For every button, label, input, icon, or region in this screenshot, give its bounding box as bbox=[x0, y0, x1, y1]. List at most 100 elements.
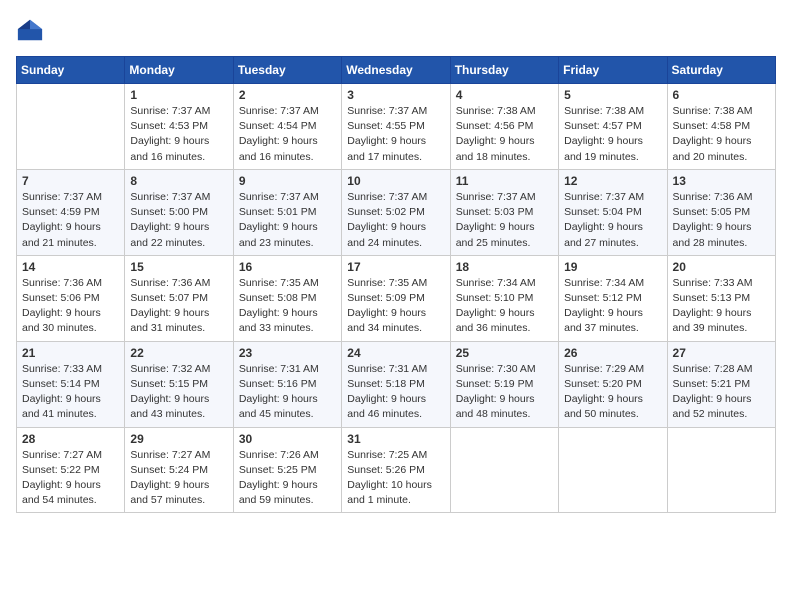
calendar-day-cell: 23 Sunrise: 7:31 AMSunset: 5:16 PMDayligh… bbox=[233, 341, 341, 427]
calendar-day-cell: 20 Sunrise: 7:33 AMSunset: 5:13 PMDayligh… bbox=[667, 255, 775, 341]
day-info: Sunrise: 7:25 AMSunset: 5:26 PMDaylight:… bbox=[347, 448, 444, 509]
calendar-day-cell: 8Sunrise: 7:37 AMSunset: 5:00 PMDaylight… bbox=[125, 169, 233, 255]
calendar-day-cell: 18Sunrise: 7:34 AMSunset: 5:10 PMDayligh… bbox=[450, 255, 558, 341]
day-info: Sunrise: 7:37 AMSunset: 4:55 PMDaylight:… bbox=[347, 104, 444, 165]
day-info: Sunrise: 7:36 AMSunset: 5:05 PMDaylight:… bbox=[673, 190, 770, 251]
day-number: 7 bbox=[22, 174, 119, 188]
day-info: Sunrise: 7:37 AMSunset: 5:02 PMDaylight:… bbox=[347, 190, 444, 251]
calendar-day-cell: 21Sunrise: 7:33 AMSunset: 5:14 PMDayligh… bbox=[17, 341, 125, 427]
calendar-day-cell bbox=[450, 427, 558, 513]
day-number: 6 bbox=[673, 88, 770, 102]
calendar-day-cell: 16 Sunrise: 7:35 AMSunset: 5:08 PMDayligh… bbox=[233, 255, 341, 341]
day-number: 29 bbox=[130, 432, 227, 446]
day-info: Sunrise: 7:37 AMSunset: 5:01 PMDaylight:… bbox=[239, 190, 336, 251]
day-number: 30 bbox=[239, 432, 336, 446]
calendar-day-cell: 4 Sunrise: 7:38 AMSunset: 4:56 PMDaylight… bbox=[450, 84, 558, 170]
weekday-header: Sunday bbox=[17, 57, 125, 84]
calendar-day-cell: 12 Sunrise: 7:37 AMSunset: 5:04 PMDayligh… bbox=[559, 169, 667, 255]
calendar-day-cell: 17Sunrise: 7:35 AMSunset: 5:09 PMDayligh… bbox=[342, 255, 450, 341]
day-number: 1 bbox=[130, 88, 227, 102]
calendar-day-cell: 25 Sunrise: 7:30 AMSunset: 5:19 PMDayligh… bbox=[450, 341, 558, 427]
day-info: Sunrise: 7:37 AMSunset: 4:54 PMDaylight:… bbox=[239, 104, 336, 165]
day-number: 22 bbox=[130, 346, 227, 360]
day-info: Sunrise: 7:38 AMSunset: 4:56 PMDaylight:… bbox=[456, 104, 553, 165]
day-number: 27 bbox=[673, 346, 770, 360]
day-number: 28 bbox=[22, 432, 119, 446]
calendar-day-cell: 27 Sunrise: 7:28 AMSunset: 5:21 PMDayligh… bbox=[667, 341, 775, 427]
day-number: 5 bbox=[564, 88, 661, 102]
calendar-day-cell: 10 Sunrise: 7:37 AMSunset: 5:02 PMDayligh… bbox=[342, 169, 450, 255]
calendar-day-cell: 3 Sunrise: 7:37 AMSunset: 4:55 PMDaylight… bbox=[342, 84, 450, 170]
calendar-day-cell bbox=[667, 427, 775, 513]
day-info: Sunrise: 7:27 AMSunset: 5:22 PMDaylight:… bbox=[22, 448, 119, 509]
day-number: 16 bbox=[239, 260, 336, 274]
day-number: 21 bbox=[22, 346, 119, 360]
logo-icon bbox=[16, 16, 44, 44]
day-info: Sunrise: 7:32 AMSunset: 5:15 PMDaylight:… bbox=[130, 362, 227, 423]
calendar-day-cell: 11 Sunrise: 7:37 AMSunset: 5:03 PMDayligh… bbox=[450, 169, 558, 255]
day-number: 3 bbox=[347, 88, 444, 102]
day-info: Sunrise: 7:27 AMSunset: 5:24 PMDaylight:… bbox=[130, 448, 227, 509]
calendar-day-cell: 15Sunrise: 7:36 AMSunset: 5:07 PMDayligh… bbox=[125, 255, 233, 341]
day-number: 17 bbox=[347, 260, 444, 274]
calendar-day-cell: 26Sunrise: 7:29 AMSunset: 5:20 PMDayligh… bbox=[559, 341, 667, 427]
calendar-week-row: 7 Sunrise: 7:37 AMSunset: 4:59 PMDaylight… bbox=[17, 169, 776, 255]
calendar-day-cell: 2 Sunrise: 7:37 AMSunset: 4:54 PMDaylight… bbox=[233, 84, 341, 170]
calendar-day-cell: 13 Sunrise: 7:36 AMSunset: 5:05 PMDayligh… bbox=[667, 169, 775, 255]
day-info: Sunrise: 7:38 AMSunset: 4:57 PMDaylight:… bbox=[564, 104, 661, 165]
page-header bbox=[16, 16, 776, 44]
day-number: 13 bbox=[673, 174, 770, 188]
day-info: Sunrise: 7:30 AMSunset: 5:19 PMDaylight:… bbox=[456, 362, 553, 423]
calendar-day-cell: 30 Sunrise: 7:26 AMSunset: 5:25 PMDayligh… bbox=[233, 427, 341, 513]
calendar-day-cell: 14 Sunrise: 7:36 AMSunset: 5:06 PMDayligh… bbox=[17, 255, 125, 341]
day-info: Sunrise: 7:37 AMSunset: 5:04 PMDaylight:… bbox=[564, 190, 661, 251]
day-number: 20 bbox=[673, 260, 770, 274]
day-number: 25 bbox=[456, 346, 553, 360]
calendar-week-row: 21Sunrise: 7:33 AMSunset: 5:14 PMDayligh… bbox=[17, 341, 776, 427]
weekday-header: Wednesday bbox=[342, 57, 450, 84]
day-info: Sunrise: 7:36 AMSunset: 5:06 PMDaylight:… bbox=[22, 276, 119, 337]
weekday-header: Saturday bbox=[667, 57, 775, 84]
day-info: Sunrise: 7:37 AMSunset: 4:59 PMDaylight:… bbox=[22, 190, 119, 251]
calendar-day-cell: 31 Sunrise: 7:25 AMSunset: 5:26 PMDayligh… bbox=[342, 427, 450, 513]
weekday-header: Tuesday bbox=[233, 57, 341, 84]
calendar-week-row: 14 Sunrise: 7:36 AMSunset: 5:06 PMDayligh… bbox=[17, 255, 776, 341]
calendar-day-cell: 9 Sunrise: 7:37 AMSunset: 5:01 PMDaylight… bbox=[233, 169, 341, 255]
calendar-day-cell: 5 Sunrise: 7:38 AMSunset: 4:57 PMDaylight… bbox=[559, 84, 667, 170]
day-info: Sunrise: 7:33 AMSunset: 5:13 PMDaylight:… bbox=[673, 276, 770, 337]
day-number: 14 bbox=[22, 260, 119, 274]
day-number: 31 bbox=[347, 432, 444, 446]
weekday-header: Monday bbox=[125, 57, 233, 84]
calendar-table: SundayMondayTuesdayWednesdayThursdayFrid… bbox=[16, 56, 776, 513]
day-info: Sunrise: 7:37 AMSunset: 4:53 PMDaylight:… bbox=[130, 104, 227, 165]
calendar-day-cell: 22 Sunrise: 7:32 AMSunset: 5:15 PMDayligh… bbox=[125, 341, 233, 427]
day-info: Sunrise: 7:31 AMSunset: 5:18 PMDaylight:… bbox=[347, 362, 444, 423]
day-number: 9 bbox=[239, 174, 336, 188]
day-number: 10 bbox=[347, 174, 444, 188]
day-number: 26 bbox=[564, 346, 661, 360]
day-number: 18 bbox=[456, 260, 553, 274]
calendar-day-cell: 29 Sunrise: 7:27 AMSunset: 5:24 PMDayligh… bbox=[125, 427, 233, 513]
day-number: 12 bbox=[564, 174, 661, 188]
weekday-header: Thursday bbox=[450, 57, 558, 84]
calendar-week-row: 1 Sunrise: 7:37 AMSunset: 4:53 PMDaylight… bbox=[17, 84, 776, 170]
day-info: Sunrise: 7:37 AMSunset: 5:03 PMDaylight:… bbox=[456, 190, 553, 251]
day-number: 15 bbox=[130, 260, 227, 274]
day-info: Sunrise: 7:28 AMSunset: 5:21 PMDaylight:… bbox=[673, 362, 770, 423]
day-info: Sunrise: 7:31 AMSunset: 5:16 PMDaylight:… bbox=[239, 362, 336, 423]
day-number: 2 bbox=[239, 88, 336, 102]
day-number: 23 bbox=[239, 346, 336, 360]
day-info: Sunrise: 7:38 AMSunset: 4:58 PMDaylight:… bbox=[673, 104, 770, 165]
logo bbox=[16, 16, 48, 44]
day-info: Sunrise: 7:34 AMSunset: 5:12 PMDaylight:… bbox=[564, 276, 661, 337]
day-info: Sunrise: 7:26 AMSunset: 5:25 PMDaylight:… bbox=[239, 448, 336, 509]
calendar-day-cell: 7 Sunrise: 7:37 AMSunset: 4:59 PMDaylight… bbox=[17, 169, 125, 255]
day-number: 4 bbox=[456, 88, 553, 102]
day-number: 24 bbox=[347, 346, 444, 360]
calendar-day-cell: 6 Sunrise: 7:38 AMSunset: 4:58 PMDaylight… bbox=[667, 84, 775, 170]
day-number: 11 bbox=[456, 174, 553, 188]
day-info: Sunrise: 7:35 AMSunset: 5:08 PMDaylight:… bbox=[239, 276, 336, 337]
calendar-day-cell: 1 Sunrise: 7:37 AMSunset: 4:53 PMDaylight… bbox=[125, 84, 233, 170]
calendar-day-cell: 28 Sunrise: 7:27 AMSunset: 5:22 PMDayligh… bbox=[17, 427, 125, 513]
calendar-day-cell bbox=[17, 84, 125, 170]
